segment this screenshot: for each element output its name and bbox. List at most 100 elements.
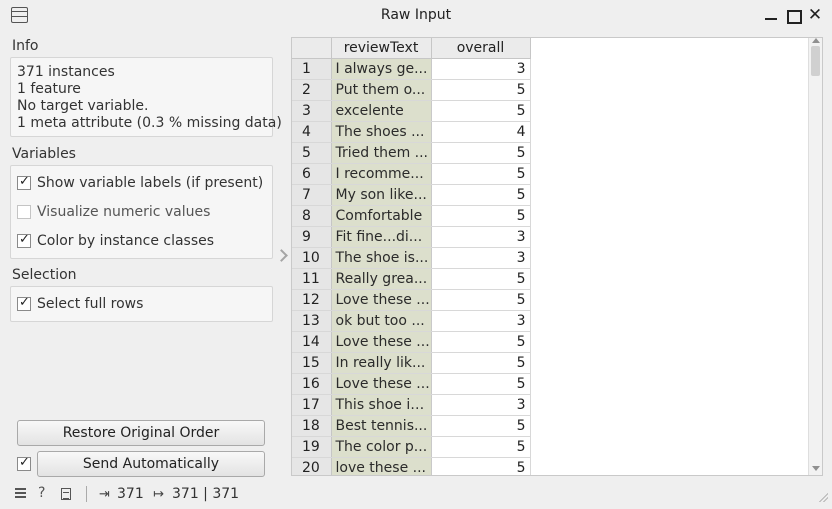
cell-reviewtext[interactable]: Fit fine...di... (331, 226, 432, 248)
cell-overall[interactable]: 5 (431, 142, 531, 164)
table-row[interactable]: 3 excelente 5 (292, 100, 531, 122)
corner-header[interactable] (292, 38, 332, 59)
cell-overall[interactable]: 5 (431, 415, 531, 437)
table-row[interactable]: 14 Love these ... 5 (292, 331, 531, 353)
cell-overall[interactable]: 5 (431, 289, 531, 311)
scroll-down-icon[interactable] (812, 466, 820, 471)
scroll-up-icon[interactable] (812, 38, 820, 43)
table-row[interactable]: 9 Fit fine...di... 3 (292, 226, 531, 248)
color-by-class-checkbox[interactable]: Color by instance classes (17, 232, 214, 250)
cell-reviewtext[interactable]: Love these ... (331, 289, 432, 311)
cell-reviewtext[interactable]: Love these ... (331, 373, 432, 395)
row-header[interactable]: 4 (292, 121, 332, 143)
cell-overall[interactable]: 5 (431, 79, 531, 101)
column-header-overall[interactable]: overall (431, 38, 531, 59)
table-row[interactable]: 8 Comfortable 5 (292, 205, 531, 227)
checkbox-checked-icon[interactable] (17, 232, 31, 248)
row-header[interactable]: 8 (292, 205, 332, 227)
cell-overall[interactable]: 5 (431, 163, 531, 185)
row-header[interactable]: 14 (292, 331, 332, 353)
cell-overall[interactable]: 5 (431, 373, 531, 395)
row-header[interactable]: 15 (292, 352, 332, 374)
row-header[interactable]: 20 (292, 457, 332, 475)
cell-reviewtext[interactable]: I always ge... (331, 58, 432, 80)
row-header[interactable]: 10 (292, 247, 332, 269)
table-row[interactable]: 4 The shoes ... 4 (292, 121, 531, 143)
checkbox-checked-icon[interactable] (17, 174, 31, 190)
cell-overall[interactable]: 5 (431, 268, 531, 290)
cell-reviewtext[interactable]: Put them o... (331, 79, 432, 101)
row-header[interactable]: 18 (292, 415, 332, 437)
row-header[interactable]: 12 (292, 289, 332, 311)
hamburger-icon[interactable] (15, 488, 26, 498)
data-table[interactable]: reviewText overall 1I always ge... 3 2 Put … (291, 37, 823, 476)
checkbox-checked-icon[interactable] (17, 455, 31, 471)
cell-reviewtext[interactable]: In really lik... (331, 352, 432, 374)
table-row[interactable]: 6I recomme... 5 (292, 163, 531, 185)
row-header[interactable]: 17 (292, 394, 332, 416)
send-auto-checkbox[interactable] (17, 455, 37, 473)
vertical-scrollbar[interactable] (808, 38, 822, 475)
cell-overall[interactable]: 5 (431, 184, 531, 206)
cell-reviewtext[interactable]: The color p... (331, 436, 432, 458)
minimize-icon[interactable] (762, 6, 780, 24)
row-header[interactable]: 7 (292, 184, 332, 206)
row-header[interactable]: 6 (292, 163, 332, 185)
cell-reviewtext[interactable]: This shoe is... (331, 394, 432, 416)
cell-reviewtext[interactable]: I recomme... (331, 163, 432, 185)
table-row[interactable]: 1I always ge... 3 (292, 58, 531, 80)
cell-reviewtext[interactable]: The shoes ... (331, 121, 432, 143)
row-header[interactable]: 2 (292, 79, 332, 101)
close-icon[interactable]: ✕ (806, 6, 824, 24)
cell-reviewtext[interactable]: ok but too ... (331, 310, 432, 332)
table-row[interactable]: 20 love these ... 5 (292, 457, 531, 475)
cell-overall[interactable]: 5 (431, 100, 531, 122)
row-header[interactable]: 19 (292, 436, 332, 458)
table-row[interactable]: 11 Really grea... 5 (292, 268, 531, 290)
cell-reviewtext[interactable]: Comfortable (331, 205, 432, 227)
table-row[interactable]: 15 In really lik... 5 (292, 352, 531, 374)
maximize-icon[interactable] (784, 6, 802, 24)
row-header[interactable]: 5 (292, 142, 332, 164)
cell-overall[interactable]: 5 (431, 331, 531, 353)
table-row[interactable]: 2 Put them o... 5 (292, 79, 531, 101)
cell-overall[interactable]: 3 (431, 394, 531, 416)
row-header[interactable]: 3 (292, 100, 332, 122)
send-automatically-button[interactable]: Send Automatically (37, 451, 265, 477)
select-full-rows-checkbox[interactable]: Select full rows (17, 295, 143, 313)
column-header-reviewtext[interactable]: reviewText (331, 38, 432, 59)
cell-reviewtext[interactable]: Really grea... (331, 268, 432, 290)
cell-reviewtext[interactable]: Love these ... (331, 331, 432, 353)
scrollbar-thumb[interactable] (811, 46, 820, 76)
cell-reviewtext[interactable]: excelente (331, 100, 432, 122)
restore-order-button[interactable]: Restore Original Order (17, 420, 265, 446)
cell-reviewtext[interactable]: The shoe is... (331, 247, 432, 269)
table-row[interactable]: 19 The color p... 5 (292, 436, 531, 458)
table-row[interactable]: 13 ok but too ... 3 (292, 310, 531, 332)
row-header[interactable]: 16 (292, 373, 332, 395)
cell-overall[interactable]: 3 (431, 310, 531, 332)
row-header[interactable]: 13 (292, 310, 332, 332)
table-row[interactable]: 18 Best tennis... 5 (292, 415, 531, 437)
table-row[interactable]: 7 My son like... 5 (292, 184, 531, 206)
row-header[interactable]: 9 (292, 226, 332, 248)
row-header[interactable]: 11 (292, 268, 332, 290)
cell-overall[interactable]: 3 (431, 58, 531, 80)
resize-grip-icon[interactable] (818, 492, 828, 502)
visualize-numeric-checkbox[interactable]: Visualize numeric values (17, 203, 210, 221)
cell-reviewtext[interactable]: Tried them ... (331, 142, 432, 164)
help-icon[interactable]: ? (38, 485, 45, 501)
checkbox-unchecked-icon[interactable] (17, 205, 31, 219)
cell-reviewtext[interactable]: love these ... (331, 457, 432, 475)
cell-overall[interactable]: 3 (431, 247, 531, 269)
cell-overall[interactable]: 4 (431, 121, 531, 143)
show-labels-checkbox[interactable]: Show variable labels (if present) (17, 174, 263, 192)
table-row[interactable]: 17 This shoe is... 3 (292, 394, 531, 416)
cell-overall[interactable]: 5 (431, 205, 531, 227)
cell-overall[interactable]: 5 (431, 457, 531, 475)
document-icon[interactable] (61, 488, 71, 500)
cell-overall[interactable]: 5 (431, 352, 531, 374)
splitter-chevron-icon[interactable] (276, 249, 286, 263)
cell-reviewtext[interactable]: My son like... (331, 184, 432, 206)
table-row[interactable]: 5 Tried them ... 5 (292, 142, 531, 164)
